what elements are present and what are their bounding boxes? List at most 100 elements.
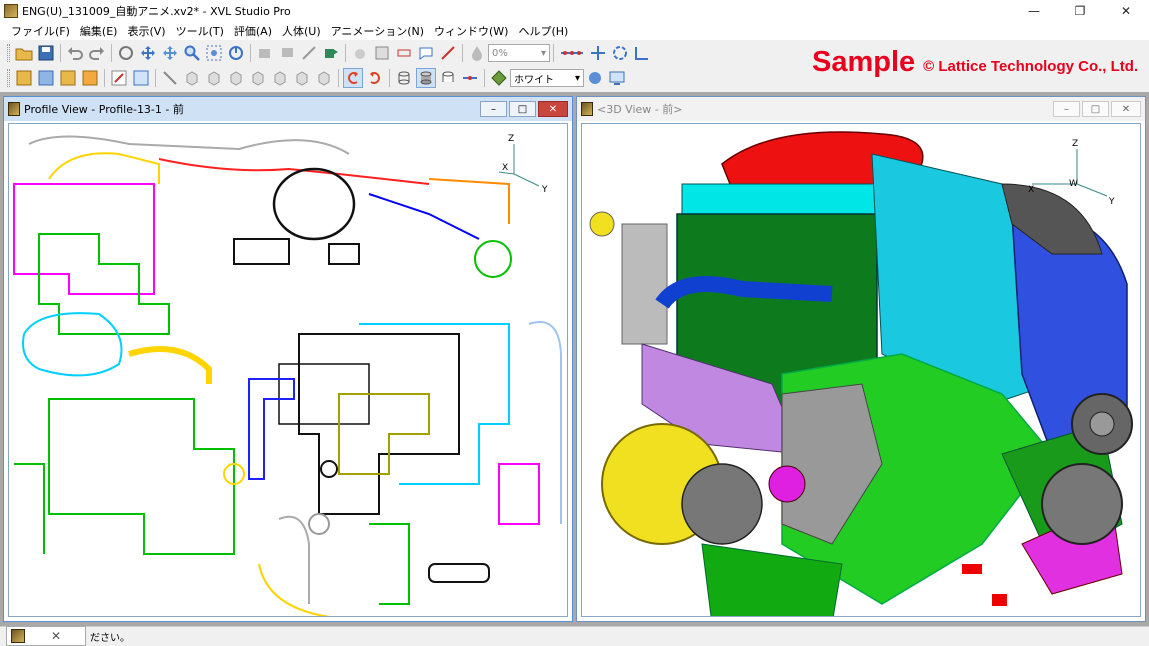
sphere-icon[interactable]: [350, 43, 370, 63]
view3d-close-button[interactable]: ✕: [1111, 101, 1141, 117]
toolbar-grip[interactable]: [7, 44, 10, 62]
menu-file[interactable]: ファイル(F): [6, 23, 75, 39]
cylinder-wire-icon[interactable]: [394, 68, 414, 88]
profile-outline: [14, 463, 45, 554]
maximize-button[interactable]: ❐: [1057, 0, 1103, 21]
menu-window[interactable]: ウィンドウ(W): [429, 23, 513, 39]
view3d-window[interactable]: <3D View - 前> – □ ✕ Z X W Y: [576, 96, 1146, 622]
app-icon[interactable]: [4, 3, 18, 18]
open-folder-icon[interactable]: [14, 43, 34, 63]
rotate-right-icon[interactable]: [365, 68, 385, 88]
cylinder-shaded-icon[interactable]: [416, 68, 436, 88]
zoom-fit-icon[interactable]: [204, 43, 224, 63]
axis-gizmo: Z X Y: [498, 134, 548, 195]
close-icon[interactable]: ✕: [51, 629, 61, 643]
profile-close-button[interactable]: ✕: [538, 101, 568, 117]
chevron-down-icon: ▾: [540, 47, 546, 59]
move-icon[interactable]: [160, 43, 180, 63]
hide-icon[interactable]: [255, 43, 275, 63]
assembly-icon[interactable]: [321, 43, 341, 63]
status-bar: [0, 626, 1149, 646]
profile-outline: [338, 393, 430, 475]
cube-back-icon[interactable]: [204, 68, 224, 88]
engine-part: [992, 594, 1007, 606]
axis-y-label: Y: [541, 185, 548, 195]
opacity-select[interactable]: 0% ▾: [488, 44, 550, 62]
select-box-icon[interactable]: [372, 43, 392, 63]
snap-icon[interactable]: [588, 43, 608, 63]
menu-edit[interactable]: 編集(E): [75, 23, 123, 39]
minimize-button[interactable]: —: [1011, 0, 1057, 21]
restore-icon: □: [1090, 103, 1101, 115]
edge-icon[interactable]: [460, 68, 480, 88]
toolbar-secondary: ホワイト ▾: [0, 66, 760, 90]
orbit-icon[interactable]: [610, 43, 630, 63]
cylinder-hidden-icon[interactable]: [438, 68, 458, 88]
connect-icon[interactable]: [160, 68, 180, 88]
profile-outline: [28, 135, 350, 155]
zoom-icon[interactable]: [182, 43, 202, 63]
measure-icon[interactable]: [394, 43, 414, 63]
profile-maximize-button[interactable]: □: [509, 101, 536, 117]
profile-view-window[interactable]: Profile View - Profile-13-1 - 前 – □ ✕ Z …: [3, 96, 573, 622]
menu-view[interactable]: 表示(V): [122, 23, 170, 39]
display-icon[interactable]: [607, 68, 627, 88]
tree-icon[interactable]: [14, 68, 34, 88]
rotate-left-icon[interactable]: [343, 68, 363, 88]
book-icon[interactable]: [131, 68, 151, 88]
menu-help[interactable]: ヘルプ(H): [513, 23, 573, 39]
profile-view-titlebar[interactable]: Profile View - Profile-13-1 - 前 – □ ✕: [4, 97, 572, 121]
filter-icon[interactable]: [80, 68, 100, 88]
cube-top-icon[interactable]: [226, 68, 246, 88]
view3d-viewport[interactable]: Z X W Y: [581, 123, 1141, 617]
watermark-copyright: © Lattice Technology Co., Ltd.: [923, 58, 1139, 75]
menu-animation[interactable]: アニメーション(N): [326, 23, 429, 39]
profile-outline: [359, 323, 510, 485]
cube-front-icon[interactable]: [182, 68, 202, 88]
chevron-down-icon: ▾: [574, 72, 580, 84]
menu-evaluate[interactable]: 評価(A): [229, 23, 277, 39]
restore-icon: □: [517, 103, 528, 115]
view3d-minimize-button[interactable]: –: [1053, 101, 1080, 117]
profile-minimize-button[interactable]: –: [480, 101, 507, 117]
angle-icon[interactable]: [632, 43, 652, 63]
menu-tools[interactable]: ツール(T): [171, 23, 229, 39]
show-icon[interactable]: [277, 43, 297, 63]
transparency-icon[interactable]: [467, 43, 487, 63]
rotate-icon[interactable]: [116, 43, 136, 63]
material-icon[interactable]: [489, 68, 509, 88]
redo-icon[interactable]: [87, 43, 107, 63]
menu-human[interactable]: 人体(U): [277, 23, 326, 39]
close-icon: ✕: [1121, 103, 1131, 115]
dimension-icon[interactable]: [438, 43, 458, 63]
layers-icon[interactable]: [58, 68, 78, 88]
profile-outline: [13, 183, 155, 295]
cube-iso-icon[interactable]: [314, 68, 334, 88]
color-select[interactable]: ホワイト ▾: [510, 69, 584, 87]
document-icon: [8, 102, 20, 116]
pan-icon[interactable]: [138, 43, 158, 63]
document-tab[interactable]: ✕: [6, 626, 86, 646]
annotation-icon[interactable]: [416, 43, 436, 63]
minimize-icon: —: [1028, 3, 1040, 18]
explode-icon[interactable]: [299, 43, 319, 63]
view3d-titlebar[interactable]: <3D View - 前> – □ ✕: [577, 97, 1145, 121]
profile-outline: [308, 513, 330, 535]
reset-view-icon[interactable]: [226, 43, 246, 63]
cube-bottom-icon[interactable]: [248, 68, 268, 88]
cube-left-icon[interactable]: [270, 68, 290, 88]
view3d-maximize-button[interactable]: □: [1082, 101, 1109, 117]
pencil-icon[interactable]: [109, 68, 129, 88]
cube-right-icon[interactable]: [292, 68, 312, 88]
link-icon[interactable]: [558, 43, 586, 63]
minimize-icon: –: [491, 103, 496, 115]
profile-viewport[interactable]: Z X Y: [8, 123, 568, 617]
profile-outline: [428, 563, 490, 583]
profile-outline: [38, 233, 170, 335]
list-icon[interactable]: [36, 68, 56, 88]
save-icon[interactable]: [36, 43, 56, 63]
close-button[interactable]: ✕: [1103, 0, 1149, 21]
undo-icon[interactable]: [65, 43, 85, 63]
light-icon[interactable]: [585, 68, 605, 88]
toolbar-grip[interactable]: [7, 69, 10, 87]
